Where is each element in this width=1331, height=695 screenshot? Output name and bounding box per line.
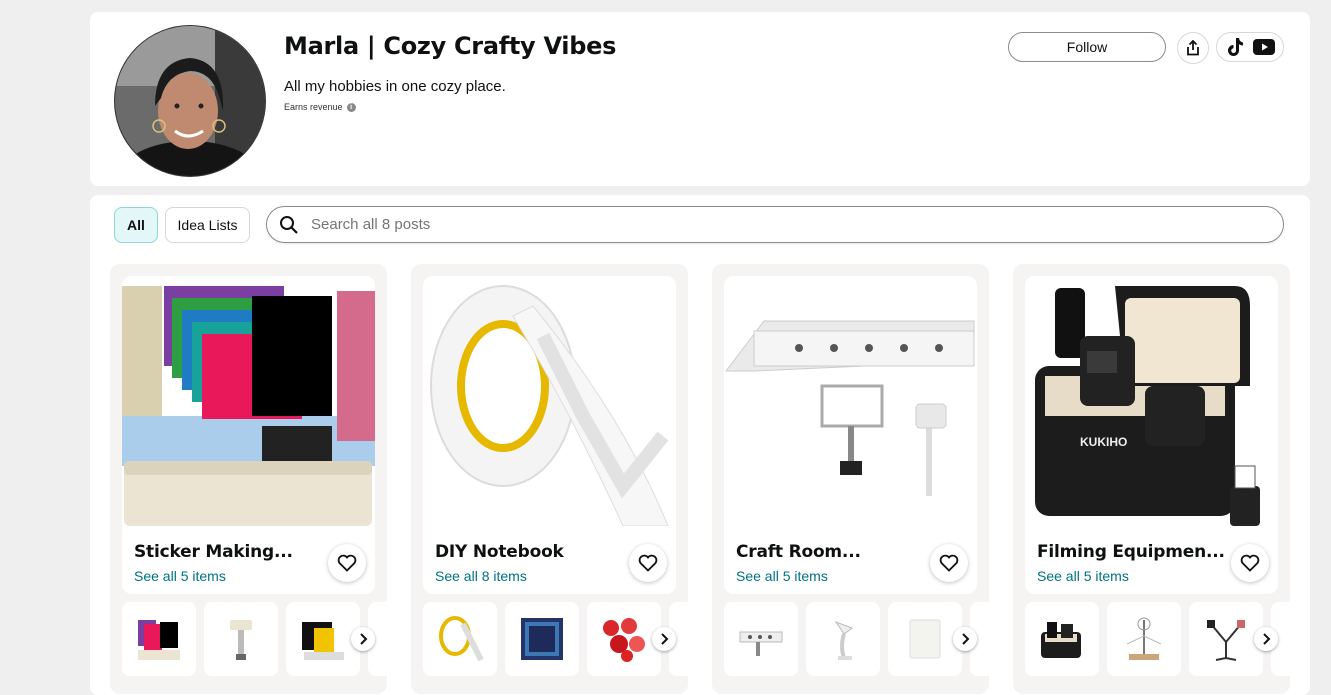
chevron-right-icon (962, 633, 970, 645)
item-thumbnail[interactable] (423, 602, 497, 676)
post-card-main[interactable]: DIY Notebook See all 8 items (423, 276, 676, 594)
save-button[interactable] (930, 544, 968, 582)
see-all-items-link[interactable]: See all 5 items (134, 568, 226, 584)
chevron-right-icon (1263, 633, 1271, 645)
social-links (1216, 32, 1284, 62)
chevron-right-icon (661, 633, 669, 645)
item-thumbnail[interactable] (724, 602, 798, 676)
item-thumbnails (1025, 602, 1290, 678)
see-all-items-link[interactable]: See all 5 items (1037, 568, 1129, 584)
item-thumbnail[interactable] (806, 602, 880, 676)
post-title[interactable]: DIY Notebook (435, 542, 564, 562)
item-thumbnail[interactable] (286, 602, 360, 676)
search-bar[interactable] (266, 206, 1284, 243)
heart-icon (638, 554, 658, 572)
avatar (114, 25, 266, 177)
heart-icon (939, 554, 959, 572)
post-cover-image (423, 276, 676, 526)
posts-panel: All Idea Lists Search all 8 posts Sticke… (90, 195, 1310, 695)
post-title[interactable]: Filming Equipmen... (1037, 542, 1225, 562)
item-thumbnail[interactable] (1189, 602, 1263, 676)
item-thumbnail[interactable] (505, 602, 579, 676)
item-thumbnail[interactable] (1025, 602, 1099, 676)
youtube-icon[interactable] (1252, 39, 1275, 55)
post-card[interactable]: Sticker Making... See all 5 items (110, 264, 387, 694)
next-items-button[interactable] (953, 627, 977, 651)
item-thumbnail[interactable] (587, 602, 661, 676)
see-all-items-link[interactable]: See all 5 items (736, 568, 828, 584)
tab-idea-lists[interactable]: Idea Lists (165, 207, 250, 243)
post-card-main[interactable]: KUKIHO Filming Equipmen... See all 5 ite… (1025, 276, 1278, 594)
earns-revenue: Earns revenue i (284, 102, 356, 112)
search-icon (280, 215, 298, 234)
svg-text:KUKIHO: KUKIHO (1080, 435, 1127, 449)
share-button[interactable] (1177, 32, 1209, 64)
info-icon[interactable]: i (346, 102, 356, 112)
profile-name: Marla | Cozy Crafty Vibes (284, 32, 617, 60)
item-thumbnail[interactable] (1107, 602, 1181, 676)
post-card[interactable]: KUKIHO Filming Equipmen... See all 5 ite… (1013, 264, 1290, 694)
next-items-button[interactable] (351, 627, 375, 651)
post-card[interactable]: Craft Room... See all 5 items (712, 264, 989, 694)
post-title[interactable]: Craft Room... (736, 542, 861, 562)
item-thumbnail[interactable] (204, 602, 278, 676)
tab-all[interactable]: All (114, 207, 158, 243)
heart-icon (1240, 554, 1260, 572)
item-thumbnails (724, 602, 989, 678)
follow-button[interactable]: Follow (1008, 32, 1166, 62)
search-input[interactable] (309, 215, 1283, 234)
save-button[interactable] (1231, 544, 1269, 582)
save-button[interactable] (328, 544, 366, 582)
post-title[interactable]: Sticker Making... (134, 542, 293, 562)
post-cover-image (724, 276, 977, 526)
post-card-main[interactable]: Sticker Making... See all 5 items (122, 276, 375, 594)
earns-revenue-label: Earns revenue (284, 102, 343, 112)
profile-bio: All my hobbies in one cozy place. (284, 78, 506, 95)
chevron-right-icon (360, 633, 368, 645)
item-thumbnails (122, 602, 387, 678)
profile-card: Marla | Cozy Crafty Vibes All my hobbies… (90, 12, 1310, 186)
post-card[interactable]: DIY Notebook See all 8 items (411, 264, 688, 694)
post-card-main[interactable]: Craft Room... See all 5 items (724, 276, 977, 594)
next-items-button[interactable] (1254, 627, 1278, 651)
post-cover-image (122, 276, 375, 526)
see-all-items-link[interactable]: See all 8 items (435, 568, 527, 584)
tiktok-icon[interactable] (1226, 37, 1244, 57)
item-thumbnails (423, 602, 688, 678)
next-items-button[interactable] (652, 627, 676, 651)
heart-icon (337, 554, 357, 572)
share-icon (1187, 40, 1199, 56)
item-thumbnail[interactable] (888, 602, 962, 676)
post-cover-image: KUKIHO (1025, 276, 1278, 526)
item-thumbnail[interactable] (122, 602, 196, 676)
save-button[interactable] (629, 544, 667, 582)
